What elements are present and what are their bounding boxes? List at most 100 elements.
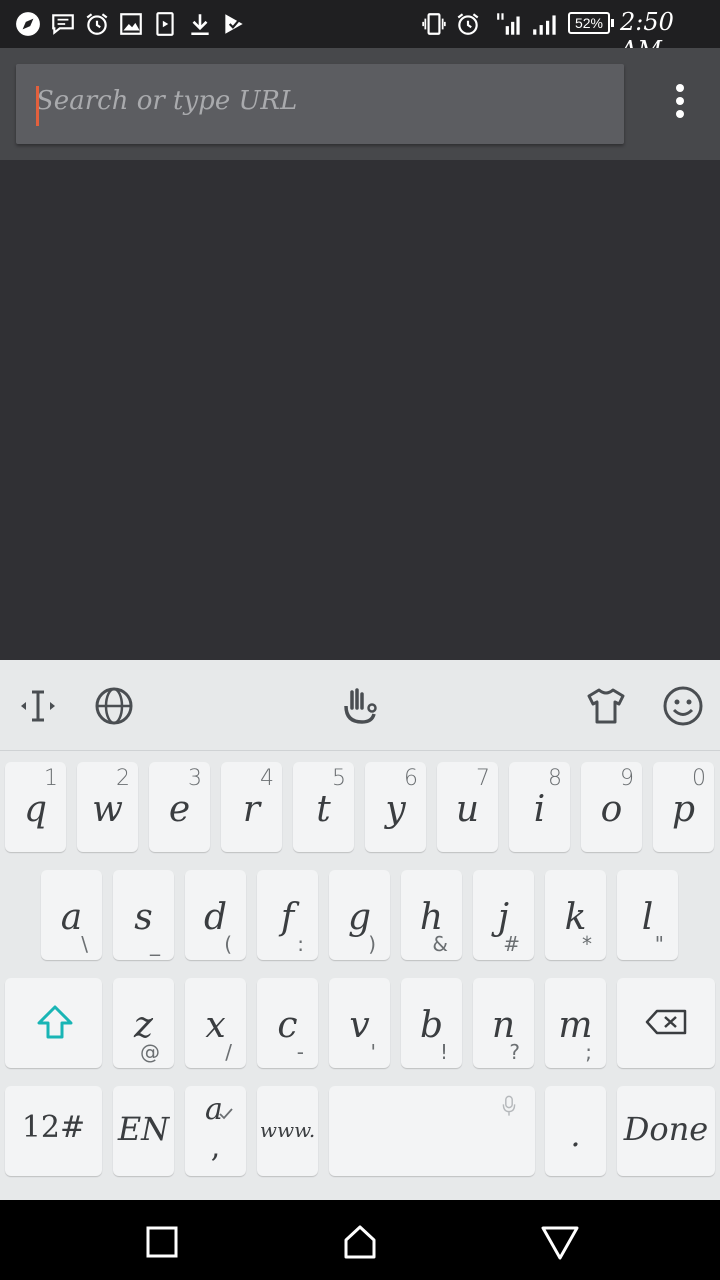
navigation-bar [0,1200,720,1280]
key-letter: a [60,897,83,938]
key-letter: m [558,1005,593,1046]
key-alt-symbol: 0 [692,766,706,791]
key-alt-symbol: ( [224,932,232,956]
emoji-icon[interactable] [659,682,707,730]
key-m[interactable]: m; [545,978,606,1068]
key-p[interactable]: p0 [653,762,714,852]
key-l[interactable]: l " [617,870,678,960]
key-letter: u [455,789,480,830]
key-e[interactable]: e3 [149,762,210,852]
key-alt-symbol: & [432,932,448,956]
image-icon [117,10,145,38]
key-g[interactable]: g) [329,870,390,960]
key-u[interactable]: u7 [437,762,498,852]
key-alt-symbol: _ [150,932,160,956]
language-key[interactable]: EN [113,1086,174,1176]
touchpal-icon[interactable] [336,682,384,730]
key-s[interactable]: s _ [113,870,174,960]
key-letter: x [205,1005,226,1046]
key-alt-symbol: # [503,932,520,956]
key-letter: c [277,1005,298,1046]
key-letter: y [385,789,406,830]
key-f[interactable]: f: [257,870,318,960]
recents-square-icon[interactable] [140,1220,184,1264]
key-alt-symbol: ! [439,1040,448,1064]
key-alt-symbol: ? [509,1040,520,1064]
microphone-icon [502,1095,516,1116]
globe-icon[interactable] [90,682,138,730]
key-alt-symbol: " [654,932,664,956]
signal-icon [530,10,562,38]
more-vert-icon[interactable] [664,84,696,124]
home-icon[interactable] [338,1220,382,1264]
key-n[interactable]: n? [473,978,534,1068]
battery-indicator: 52% [568,12,614,34]
done-key[interactable]: Done [617,1086,715,1176]
key-a[interactable]: a \ [41,870,102,960]
page-content [0,160,720,660]
key-alt-symbol: ) [368,932,376,956]
www-key[interactable]: www. [257,1086,318,1176]
key-q[interactable]: q1 [5,762,66,852]
key-letter: v [349,1005,370,1046]
keyboard: q1w2e3r4t5y6u7i8o9p0 a \ s _ d(f: g) h & j # k * l " … [0,660,720,1200]
key-letter: r [242,789,261,830]
key-alt-symbol: \ [81,932,88,956]
key-alt-symbol: 8 [548,766,562,791]
key-alt-symbol: 2 [116,766,130,791]
numbers-key[interactable]: 12# [5,1086,102,1176]
key-v[interactable]: v ' [329,978,390,1068]
alarm-icon [454,10,482,38]
key-y[interactable]: y6 [365,762,426,852]
key-o[interactable]: o9 [581,762,642,852]
compass-icon [14,10,42,38]
key-r[interactable]: r4 [221,762,282,852]
comma-key[interactable]: a , [185,1086,246,1176]
key-k[interactable]: k * [545,870,606,960]
key-letter: w [92,789,123,830]
key-letter: k [564,897,587,938]
key-j[interactable]: j # [473,870,534,960]
url-placeholder: Search or type URL [36,86,298,116]
key-h[interactable]: h & [401,870,462,960]
key-d[interactable]: d( [185,870,246,960]
key-w[interactable]: w2 [77,762,138,852]
key-alt-symbol: ' [370,1040,377,1064]
period-key[interactable]: . [545,1086,606,1176]
key-alt-symbol: @ [140,1040,160,1064]
key-letter: f [280,897,295,938]
key-alt-symbol: ; [585,1040,592,1064]
alarm-icon [83,10,111,38]
space-key[interactable] [329,1086,535,1176]
key-x[interactable]: x / [185,978,246,1068]
check-icon [219,1108,233,1120]
key-b[interactable]: b! [401,978,462,1068]
key-letter: p [671,789,696,830]
download-icon [186,10,214,38]
key-alt-symbol: 1 [44,766,58,791]
key-c[interactable]: c- [257,978,318,1068]
theme-shirt-icon[interactable] [582,682,630,730]
backspace-key[interactable] [617,978,715,1068]
key-letter: t [316,789,331,830]
key-z[interactable]: z @ [113,978,174,1068]
key-letter: o [600,789,623,830]
key-letter: n [491,1005,516,1046]
back-triangle-icon[interactable] [538,1220,582,1264]
key-alt-symbol: 7 [476,766,490,791]
key-i[interactable]: i8 [509,762,570,852]
key-alt-symbol: 3 [188,766,202,791]
url-input[interactable]: Search or type URL [16,64,624,144]
comma-label: , [210,1130,221,1165]
key-alt-symbol: 4 [260,766,274,791]
key-letter: e [168,789,191,830]
key-t[interactable]: t5 [293,762,354,852]
key-letter: g [347,897,372,938]
shift-key[interactable] [5,978,102,1068]
cursor-move-icon[interactable] [14,682,62,730]
key-alt-symbol: / [225,1040,232,1064]
key-alt-symbol: * [582,932,592,956]
key-alt-symbol: 5 [332,766,346,791]
key-letter: d [203,897,228,938]
key-letter: q [23,789,48,830]
